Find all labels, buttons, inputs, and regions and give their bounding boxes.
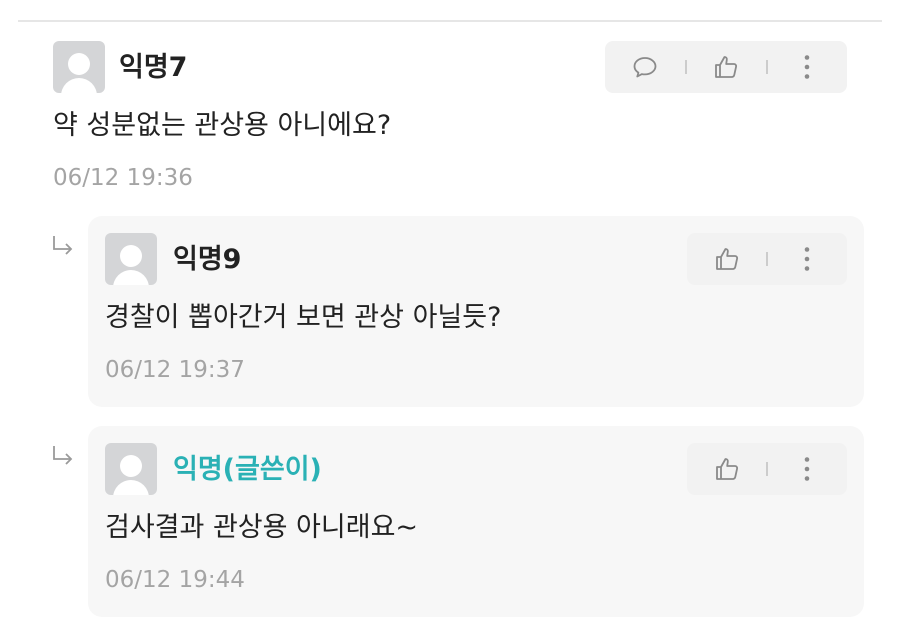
avatar[interactable] [105, 233, 157, 285]
divider [766, 462, 768, 476]
like-button[interactable] [700, 41, 752, 93]
more-icon [804, 457, 810, 481]
reply-action-bar [687, 443, 847, 495]
divider [685, 60, 687, 74]
top-divider [18, 20, 882, 22]
more-button[interactable] [781, 41, 833, 93]
like-icon [716, 248, 739, 270]
comment-timestamp: 06/12 19:36 [53, 165, 193, 191]
more-button[interactable] [781, 443, 833, 495]
reply-author-writer[interactable]: 익명(글쓴이) [173, 454, 322, 486]
comment-icon [633, 57, 657, 78]
reply-author[interactable]: 익명9 [173, 244, 241, 276]
avatar[interactable] [105, 443, 157, 495]
more-icon [804, 247, 810, 271]
more-icon [804, 55, 810, 79]
like-button[interactable] [701, 233, 753, 285]
like-button[interactable] [701, 443, 753, 495]
comment-text: 약 성분없는 관상용 아니에요? [53, 110, 392, 141]
reply-action-bar [687, 233, 847, 285]
reply-arrow-icon [53, 236, 73, 255]
comment-action-bar [605, 41, 847, 93]
reply-text: 검사결과 관상용 아니래요~ [105, 512, 419, 543]
reply-card: 익명9 경찰이 뽑아간거 보면 관상 아닐듯? 06/12 19:37 [88, 216, 864, 407]
reply-timestamp: 06/12 19:44 [105, 567, 245, 593]
more-button[interactable] [781, 233, 833, 285]
comment-author[interactable]: 익명7 [119, 52, 187, 84]
comment-reply-button[interactable] [619, 41, 671, 93]
reply-card: 익명(글쓴이) 검사결과 관상용 아니래요~ 06/12 19:44 [88, 426, 864, 617]
divider [766, 60, 768, 74]
reply-text: 경찰이 뽑아간거 보면 관상 아닐듯? [105, 302, 502, 333]
avatar[interactable] [53, 41, 105, 93]
like-icon [716, 458, 739, 480]
divider [766, 252, 768, 266]
like-icon [715, 56, 738, 78]
reply-arrow-icon [53, 446, 73, 465]
reply-timestamp: 06/12 19:37 [105, 357, 245, 383]
